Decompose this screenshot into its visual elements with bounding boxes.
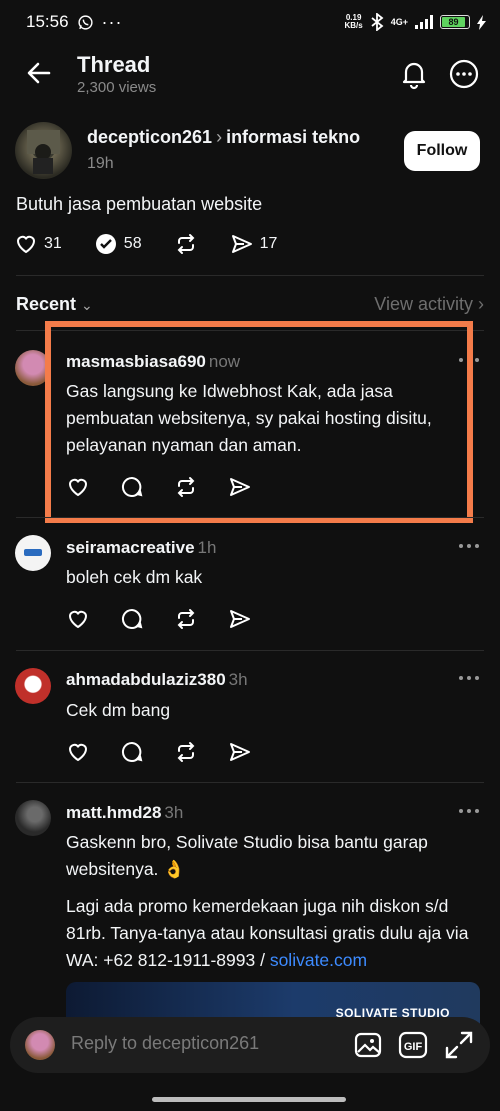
reply-author[interactable]: seiramacreative 1h bbox=[66, 538, 216, 558]
signal-icon bbox=[415, 15, 433, 29]
expand-icon[interactable] bbox=[444, 1030, 474, 1060]
send-icon[interactable] bbox=[228, 740, 252, 764]
whatsapp-icon bbox=[77, 14, 94, 31]
sort-row: Recent ⌄ View activity › bbox=[16, 292, 484, 316]
avatar bbox=[25, 1030, 55, 1060]
more-icon[interactable] bbox=[458, 673, 480, 683]
community-name[interactable]: informasi tekno bbox=[226, 127, 360, 147]
reply-author[interactable]: matt.hmd28 3h bbox=[66, 803, 183, 823]
battery-icon: 89 bbox=[440, 15, 470, 29]
share-count: 17 bbox=[259, 235, 278, 252]
reply-text: Gaskenn bro, Solivate Studio bisa bantu … bbox=[66, 832, 428, 879]
charging-icon bbox=[477, 14, 486, 30]
reply-input[interactable]: Reply to decepticon261 bbox=[71, 1033, 259, 1054]
follow-button[interactable]: Follow bbox=[404, 131, 480, 171]
status-time: 15:56 bbox=[26, 12, 69, 31]
repost-button[interactable] bbox=[174, 232, 198, 256]
send-icon bbox=[231, 235, 252, 253]
post-author[interactable]: decepticon261 › informasi tekno bbox=[87, 127, 360, 148]
more-icon[interactable] bbox=[458, 541, 480, 551]
avatar[interactable] bbox=[15, 800, 51, 836]
heart-icon[interactable] bbox=[66, 607, 90, 631]
avatar[interactable] bbox=[15, 122, 72, 179]
reply-composer[interactable]: Reply to decepticon261 GIF bbox=[10, 1017, 490, 1073]
divider bbox=[16, 782, 484, 783]
reply-author[interactable]: ahmadabdulaziz380 3h bbox=[66, 670, 248, 690]
bluetooth-icon bbox=[370, 13, 384, 31]
post-time: 19h bbox=[87, 155, 114, 172]
post-actions: 31 58 17 bbox=[14, 232, 309, 256]
image-icon[interactable] bbox=[353, 1030, 383, 1060]
home-indicator[interactable] bbox=[152, 1097, 346, 1102]
chevron-down-icon: ⌄ bbox=[81, 296, 93, 313]
bell-icon[interactable] bbox=[398, 58, 430, 90]
reply-text: Cek dm bang bbox=[66, 700, 171, 720]
reply-text: boleh cek dm kak bbox=[66, 567, 203, 587]
repost-icon[interactable] bbox=[174, 607, 198, 631]
post-text: Butuh jasa pembuatan website bbox=[16, 194, 263, 214]
back-arrow-icon[interactable] bbox=[24, 58, 54, 88]
repost-icon[interactable] bbox=[174, 740, 198, 764]
heart-icon[interactable] bbox=[66, 740, 90, 764]
share-button[interactable]: 17 bbox=[230, 232, 278, 256]
status-bar: 15:56 ··· 0.19 KB/s 4G+ 89 bbox=[0, 0, 500, 44]
avatar[interactable] bbox=[15, 668, 51, 704]
like-count: 31 bbox=[44, 235, 62, 252]
verified-reply-icon bbox=[95, 234, 116, 254]
view-count: 2,300 views bbox=[77, 79, 157, 96]
highlight-box bbox=[45, 321, 473, 523]
divider bbox=[16, 275, 484, 276]
repost-icon bbox=[177, 234, 195, 254]
comment-icon[interactable] bbox=[120, 740, 144, 764]
more-icon[interactable] bbox=[458, 806, 480, 816]
heart-icon bbox=[16, 235, 36, 254]
thread-header: Thread 2,300 views bbox=[0, 46, 500, 102]
send-icon[interactable] bbox=[228, 607, 252, 631]
avatar[interactable] bbox=[15, 535, 51, 571]
sort-dropdown[interactable]: Recent ⌄ bbox=[16, 294, 93, 315]
reply-actions bbox=[66, 740, 252, 764]
overflow-notifications-icon: ··· bbox=[101, 11, 123, 32]
net-speed: 0.19 KB/s bbox=[344, 13, 363, 30]
reply-actions bbox=[66, 607, 252, 631]
chevron-right-icon: › bbox=[216, 127, 223, 147]
view-activity-link[interactable]: View activity › bbox=[374, 294, 484, 315]
reply-button[interactable]: 58 bbox=[94, 232, 142, 256]
more-options-icon[interactable] bbox=[448, 58, 480, 90]
network-label: 4G+ bbox=[390, 17, 408, 27]
like-button[interactable]: 31 bbox=[14, 232, 62, 256]
page-title: Thread bbox=[77, 52, 151, 77]
reply-count: 58 bbox=[123, 235, 142, 252]
comment-icon[interactable] bbox=[120, 607, 144, 631]
svg-text:GIF: GIF bbox=[404, 1041, 423, 1053]
divider bbox=[16, 517, 484, 518]
reply-text-continued: Lagi ada promo kemerdekaan juga nih disk… bbox=[66, 896, 469, 970]
gif-icon[interactable]: GIF bbox=[398, 1030, 428, 1060]
website-link[interactable]: solivate.com bbox=[270, 950, 367, 970]
divider bbox=[16, 650, 484, 651]
